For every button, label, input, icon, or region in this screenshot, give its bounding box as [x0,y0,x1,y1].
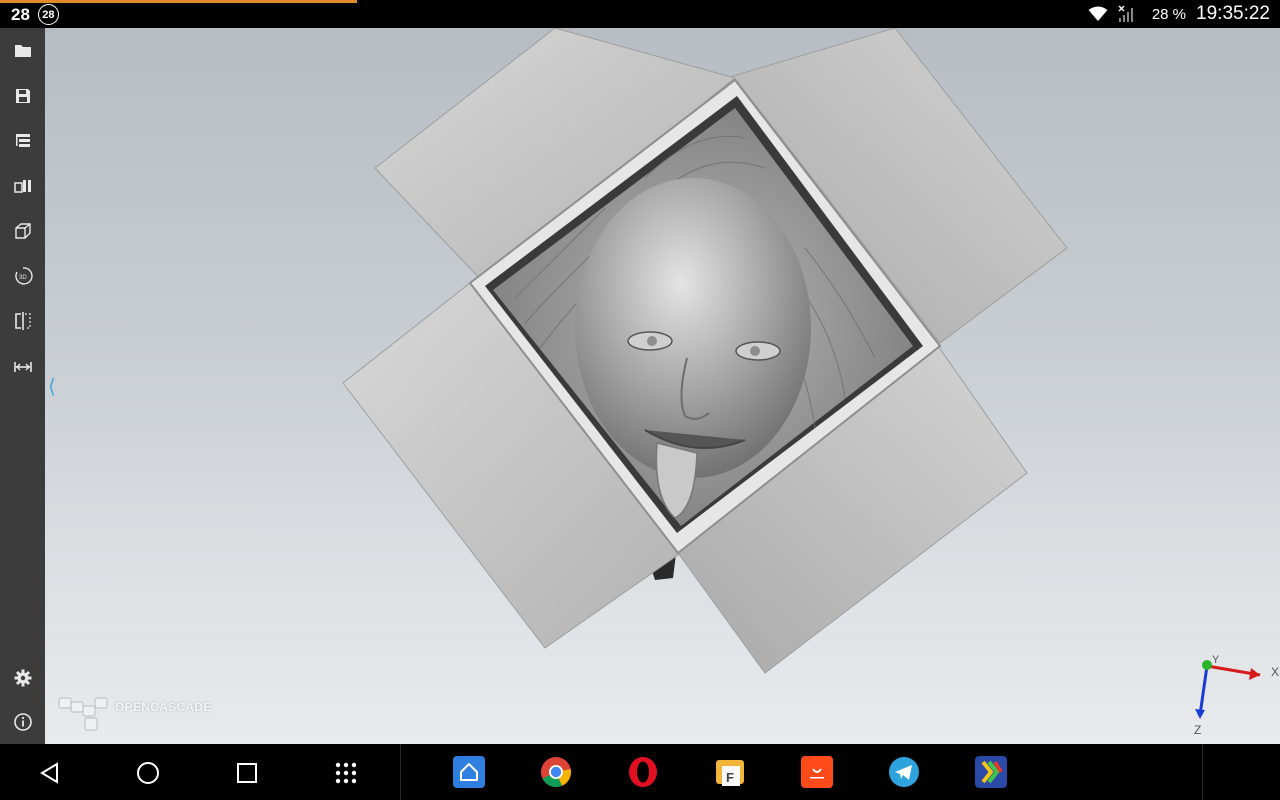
3d-model[interactable] [45,28,1280,744]
folder-icon [14,44,31,57]
model-tree-button[interactable] [8,126,37,155]
opera-app[interactable] [627,756,659,788]
measure-icon [13,361,32,372]
z-axis-label: Z [1194,723,1201,737]
view-projection-button[interactable] [8,216,37,245]
opencascade-wordmark: OPENCASCADE [115,700,212,714]
cube-icon [14,222,31,239]
left-toolbar: 3D [0,28,45,744]
home-circle-icon [137,762,159,784]
view-objects-button[interactable] [8,171,37,200]
opera-icon [629,757,657,787]
chrome-icon [541,757,572,788]
file-manager-icon: F [716,760,744,786]
section-icon [14,311,31,330]
axis-triad: X Y Z [1194,654,1279,737]
svg-text:3D: 3D [19,275,27,281]
rotate-3d-icon: 3D [14,266,33,285]
x-axis-label: X [1271,665,1279,679]
clock: 19:35:22 [1196,3,1270,24]
rotate-3d-button[interactable]: 3D [8,261,37,290]
taskbar-divider-right [1202,744,1203,800]
battery-percent: 28 % [1151,5,1187,23]
home-button[interactable] [133,758,163,788]
y-axis-label: Y [1212,654,1220,666]
taskbar-divider [400,744,401,800]
home-launcher-app[interactable] [453,756,485,788]
measure-button[interactable] [8,351,37,380]
save-button[interactable] [8,81,37,110]
signal-icon [1118,5,1133,22]
settings-button[interactable] [8,663,37,692]
3d-viewport[interactable]: ⟨ OPENCASCADE X Y Z [45,28,1280,744]
save-icon [15,88,30,103]
wifi-icon [1088,6,1108,21]
chrome-app[interactable] [540,756,572,788]
house-icon [460,762,478,781]
telegram-icon [889,757,919,787]
tree-icon [15,133,30,147]
shopping-bag-icon [810,768,824,779]
apps-grid-icon [335,762,357,784]
navigation-bar: F [0,744,1280,800]
notification-count: 28 [11,4,30,24]
section-button[interactable] [8,306,37,335]
recents-icon [237,763,257,783]
aliexpress-app[interactable] [801,756,833,788]
expand-panel-arrow[interactable]: ⟨ [48,374,56,399]
telegram-app[interactable] [888,756,920,788]
back-icon [40,762,58,784]
svg-text:F: F [726,770,734,785]
app-drawer-button[interactable] [331,758,361,788]
cad-assistant-app[interactable] [975,756,1007,788]
shapes-icon [13,179,31,193]
notification-badge: 28 [37,4,59,25]
download-progress [0,0,357,3]
file-manager-app[interactable]: F [714,756,746,788]
recents-button[interactable] [232,758,262,788]
back-button[interactable] [35,758,65,788]
gear-icon [14,669,31,686]
about-button[interactable] [8,707,37,736]
open-file-button[interactable] [8,36,37,65]
status-bar: 28 28 28 % 19:35:22 [0,0,1280,28]
info-icon [13,712,32,731]
cad-assistant-icon [981,760,1003,784]
